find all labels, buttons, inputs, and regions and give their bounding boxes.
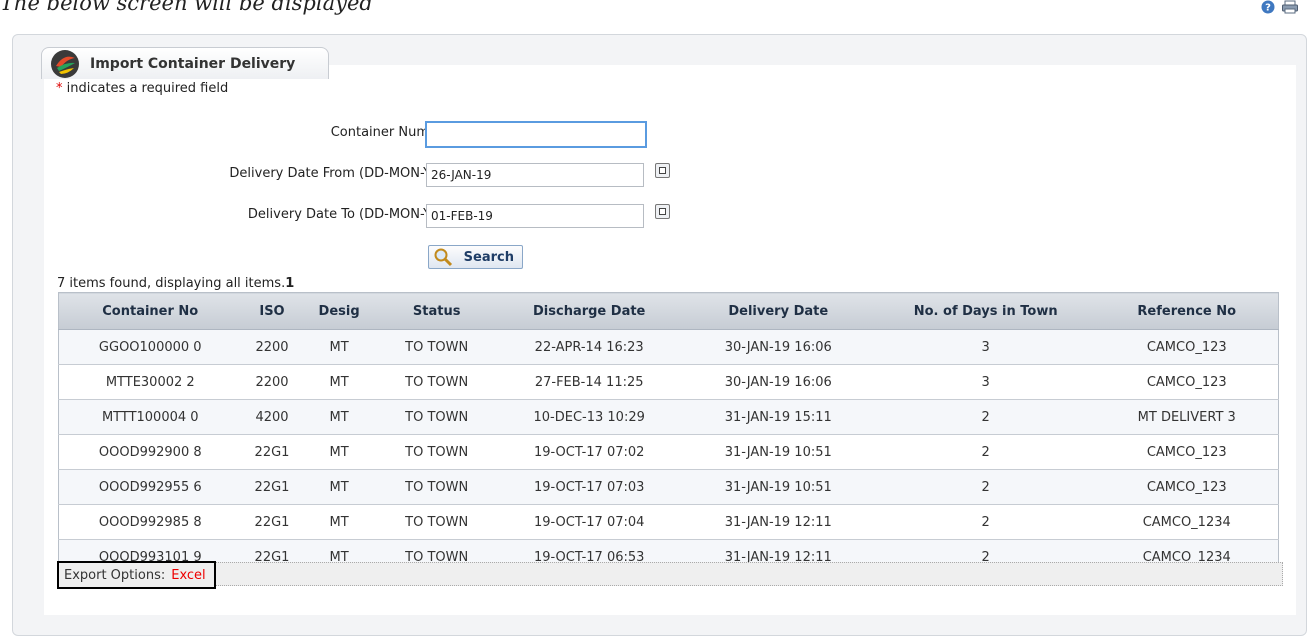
cell-container-no: MTTT100004 0 bbox=[58, 399, 242, 435]
table-row[interactable]: GGOO100000 0 2200 MT TO TOWN 22-APR-14 1… bbox=[58, 329, 1279, 365]
tab-import-container-delivery[interactable]: Import Container Delivery bbox=[41, 47, 329, 79]
column-header-reference-no[interactable]: Reference No bbox=[1095, 292, 1279, 330]
cell-days-in-town: 2 bbox=[875, 399, 1096, 435]
table-row[interactable]: OOOD992955 6 22G1 MT TO TOWN 19-OCT-17 0… bbox=[58, 469, 1279, 505]
cell-iso: 22G1 bbox=[241, 434, 303, 470]
cell-discharge-date: 22-APR-14 16:23 bbox=[497, 329, 681, 365]
column-header-desig[interactable]: Desig bbox=[302, 292, 376, 330]
top-toolbar: ? bbox=[1259, 0, 1299, 14]
column-header-status[interactable]: Status bbox=[375, 292, 498, 330]
cell-reference-no: CAMCO_123 bbox=[1095, 364, 1279, 400]
cell-desig: MT bbox=[302, 399, 376, 435]
page-caption: The below screen will be displayed bbox=[0, 0, 373, 15]
column-header-delivery-date[interactable]: Delivery Date bbox=[680, 292, 876, 330]
cell-status: TO TOWN bbox=[375, 399, 498, 435]
cell-reference-no: CAMCO_123 bbox=[1095, 469, 1279, 505]
calendar-icon[interactable] bbox=[655, 204, 670, 219]
container-number-input[interactable] bbox=[425, 121, 647, 148]
cell-container-no: MTTE30002 2 bbox=[58, 364, 242, 400]
column-header-iso[interactable]: ISO bbox=[241, 292, 303, 330]
cell-status: TO TOWN bbox=[375, 364, 498, 400]
export-bar: Export Options: Excel bbox=[57, 561, 1283, 589]
export-excel-link[interactable]: Excel bbox=[171, 568, 205, 583]
table-row[interactable]: OOOD992900 8 22G1 MT TO TOWN 19-OCT-17 0… bbox=[58, 434, 1279, 470]
required-note-text: indicates a required field bbox=[62, 81, 229, 96]
cell-discharge-date: 19-OCT-17 07:04 bbox=[497, 504, 681, 540]
magnifier-icon bbox=[434, 248, 453, 267]
cell-iso: 2200 bbox=[241, 364, 303, 400]
cell-desig: MT bbox=[302, 469, 376, 505]
app-logo-icon bbox=[51, 49, 79, 78]
cell-container-no: OOOD992900 8 bbox=[58, 434, 242, 470]
cell-delivery-date: 31-JAN-19 10:51 bbox=[680, 469, 876, 505]
table-row[interactable]: OOOD992985 8 22G1 MT TO TOWN 19-OCT-17 0… bbox=[58, 504, 1279, 540]
page-number[interactable]: 1 bbox=[285, 276, 294, 291]
cell-days-in-town: 2 bbox=[875, 504, 1096, 540]
cell-iso: 4200 bbox=[241, 399, 303, 435]
cell-reference-no: CAMCO_1234 bbox=[1095, 504, 1279, 540]
cell-discharge-date: 19-OCT-17 07:02 bbox=[497, 434, 681, 470]
content-area: * indicates a required field Container N… bbox=[44, 65, 1296, 615]
calendar-icon[interactable] bbox=[655, 163, 670, 178]
cell-desig: MT bbox=[302, 434, 376, 470]
results-table: Container No ISO Desig Status Discharge … bbox=[58, 292, 1279, 575]
main-panel: Import Container Delivery * indicates a … bbox=[12, 34, 1307, 636]
print-icon[interactable] bbox=[1281, 0, 1299, 14]
column-header-discharge-date[interactable]: Discharge Date bbox=[497, 292, 681, 330]
svg-text:?: ? bbox=[1265, 3, 1271, 14]
cell-days-in-town: 2 bbox=[875, 469, 1096, 505]
column-header-days-in-town[interactable]: No. of Days in Town bbox=[875, 292, 1096, 330]
cell-reference-no: MT DELIVERT 3 bbox=[1095, 399, 1279, 435]
cell-status: TO TOWN bbox=[375, 434, 498, 470]
cell-delivery-date: 31-JAN-19 15:11 bbox=[680, 399, 876, 435]
cell-container-no: OOOD992985 8 bbox=[58, 504, 242, 540]
cell-iso: 22G1 bbox=[241, 504, 303, 540]
delivery-date-from-input[interactable] bbox=[426, 163, 644, 187]
delivery-date-to-input[interactable] bbox=[426, 204, 644, 228]
cell-days-in-town: 3 bbox=[875, 364, 1096, 400]
cell-container-no: GGOO100000 0 bbox=[58, 329, 242, 365]
cell-container-no: OOOD992955 6 bbox=[58, 469, 242, 505]
cell-days-in-town: 2 bbox=[875, 434, 1096, 470]
search-button[interactable]: Search bbox=[428, 245, 523, 269]
cell-discharge-date: 27-FEB-14 11:25 bbox=[497, 364, 681, 400]
required-field-note: * indicates a required field bbox=[56, 81, 228, 96]
cell-delivery-date: 30-JAN-19 16:06 bbox=[680, 329, 876, 365]
cell-desig: MT bbox=[302, 364, 376, 400]
cell-delivery-date: 31-JAN-19 12:11 bbox=[680, 504, 876, 540]
table-header-row: Container No ISO Desig Status Discharge … bbox=[58, 292, 1279, 330]
cell-status: TO TOWN bbox=[375, 469, 498, 505]
cell-status: TO TOWN bbox=[375, 504, 498, 540]
export-options-label: Export Options: bbox=[64, 567, 166, 583]
cell-desig: MT bbox=[302, 504, 376, 540]
cell-iso: 22G1 bbox=[241, 469, 303, 505]
cell-discharge-date: 19-OCT-17 07:03 bbox=[497, 469, 681, 505]
cell-reference-no: CAMCO_123 bbox=[1095, 329, 1279, 365]
export-options: Export Options: Excel bbox=[57, 561, 216, 589]
table-row[interactable]: MTTE30002 2 2200 MT TO TOWN 27-FEB-14 11… bbox=[58, 364, 1279, 400]
help-icon[interactable]: ? bbox=[1259, 0, 1277, 14]
cell-iso: 2200 bbox=[241, 329, 303, 365]
tab-title: Import Container Delivery bbox=[90, 55, 296, 72]
column-header-container-no[interactable]: Container No bbox=[58, 292, 242, 330]
cell-delivery-date: 30-JAN-19 16:06 bbox=[680, 364, 876, 400]
cell-reference-no: CAMCO_123 bbox=[1095, 434, 1279, 470]
table-row[interactable]: MTTT100004 0 4200 MT TO TOWN 10-DEC-13 1… bbox=[58, 399, 1279, 435]
search-button-label: Search bbox=[463, 249, 514, 265]
items-found-summary: 7 items found, displaying all items.1 bbox=[57, 276, 295, 291]
cell-days-in-town: 3 bbox=[875, 329, 1096, 365]
cell-delivery-date: 31-JAN-19 10:51 bbox=[680, 434, 876, 470]
cell-discharge-date: 10-DEC-13 10:29 bbox=[497, 399, 681, 435]
cell-desig: MT bbox=[302, 329, 376, 365]
cell-status: TO TOWN bbox=[375, 329, 498, 365]
